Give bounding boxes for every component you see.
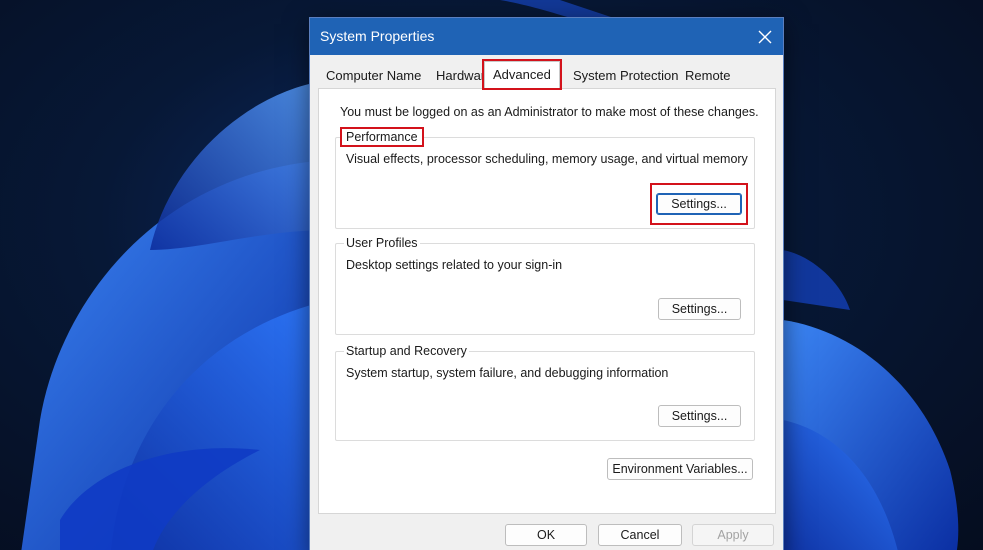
desktop-wallpaper: System Properties Computer Name Hardware… bbox=[0, 0, 983, 550]
startup-recovery-title: Startup and Recovery bbox=[344, 344, 469, 358]
advanced-tab-panel: You must be logged on as an Administrato… bbox=[318, 88, 776, 514]
environment-variables-button[interactable]: Environment Variables... bbox=[607, 458, 753, 480]
system-properties-dialog: System Properties Computer Name Hardware… bbox=[310, 18, 783, 550]
startup-recovery-description: System startup, system failure, and debu… bbox=[346, 366, 669, 380]
tab-advanced[interactable]: Advanced bbox=[482, 59, 562, 90]
user-profiles-group: User Profiles Desktop settings related t… bbox=[335, 236, 755, 335]
admin-note: You must be logged on as an Administrato… bbox=[340, 105, 759, 119]
close-icon bbox=[758, 30, 772, 43]
tab-remote[interactable]: Remote bbox=[681, 65, 735, 87]
performance-settings-button[interactable]: Settings... bbox=[656, 193, 742, 215]
startup-recovery-settings-button[interactable]: Settings... bbox=[658, 405, 741, 427]
user-profiles-title: User Profiles bbox=[344, 236, 420, 250]
user-profiles-description: Desktop settings related to your sign-in bbox=[346, 258, 563, 272]
user-profiles-settings-button[interactable]: Settings... bbox=[658, 298, 741, 320]
tab-system-protection[interactable]: System Protection bbox=[569, 65, 683, 87]
title-bar[interactable]: System Properties bbox=[310, 18, 783, 55]
window-title: System Properties bbox=[320, 28, 435, 44]
ok-button[interactable]: OK bbox=[505, 524, 587, 546]
apply-button[interactable]: Apply bbox=[692, 524, 774, 546]
startup-recovery-group: Startup and Recovery System startup, sys… bbox=[335, 344, 755, 441]
close-button[interactable] bbox=[747, 18, 783, 55]
cancel-button[interactable]: Cancel bbox=[598, 524, 682, 546]
tab-strip: Computer Name Hardware Advanced System P… bbox=[318, 59, 778, 90]
performance-description: Visual effects, processor scheduling, me… bbox=[346, 152, 748, 166]
tab-computer-name[interactable]: Computer Name bbox=[322, 65, 425, 87]
performance-title: Performance bbox=[340, 127, 424, 147]
performance-group: Performance Visual effects, processor sc… bbox=[335, 127, 755, 229]
